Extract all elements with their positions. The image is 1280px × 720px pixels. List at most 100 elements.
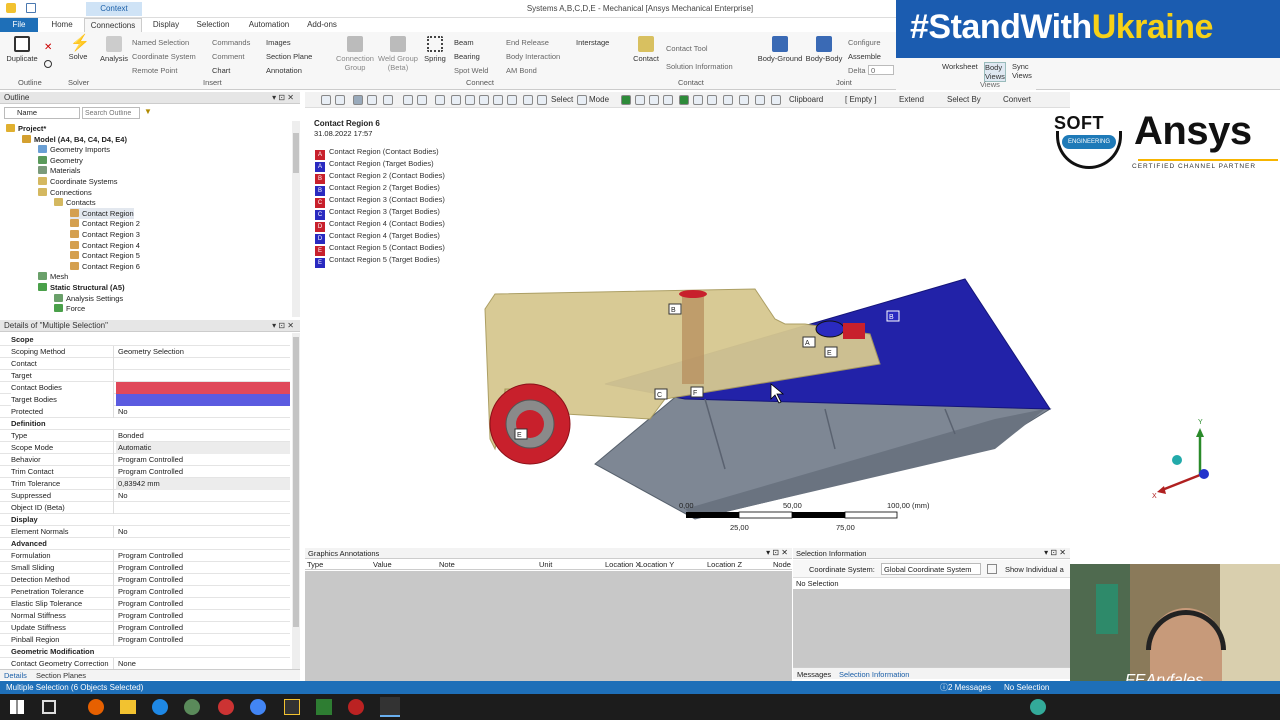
tree-item[interactable]: Static Structural (A5): [38, 282, 125, 293]
solution-information-button[interactable]: Solution Information: [666, 62, 733, 71]
details-value[interactable]: Program Controlled: [116, 550, 290, 562]
details-value[interactable]: Program Controlled: [116, 574, 290, 586]
zoom-in-icon[interactable]: [321, 95, 331, 105]
details-value[interactable]: No: [116, 490, 290, 502]
details-row[interactable]: Scoping Method Geometry Selection: [0, 346, 290, 358]
annotation-column-header[interactable]: Note: [439, 560, 455, 569]
duplicate-button[interactable]: Duplicate: [4, 36, 40, 63]
details-value[interactable]: Program Controlled: [116, 634, 290, 646]
annotation-column-header[interactable]: Location Z: [707, 560, 742, 569]
tree-item[interactable]: Force: [54, 303, 85, 314]
rotate-icon[interactable]: [435, 95, 445, 105]
outline-scrollbar[interactable]: [292, 121, 300, 317]
app-icon-1[interactable]: [184, 699, 200, 715]
body-interaction-button[interactable]: Body Interaction: [506, 52, 560, 61]
tab-automation[interactable]: Automation: [240, 18, 298, 32]
select-node-icon[interactable]: [679, 95, 689, 105]
details-value[interactable]: [116, 358, 290, 370]
next-view-icon[interactable]: [537, 95, 547, 105]
edge-icon[interactable]: [417, 95, 427, 105]
body-views-button[interactable]: Body Views: [984, 62, 1006, 82]
details-section[interactable]: Scope: [0, 334, 290, 346]
chart-button[interactable]: Chart: [212, 66, 230, 75]
details-value[interactable]: [116, 370, 290, 382]
coordinate-system-dropdown[interactable]: Global Coordinate System: [881, 563, 981, 575]
details-row[interactable]: Trim Contact Program Controlled: [0, 466, 290, 478]
mechanical-icon[interactable]: [380, 697, 400, 717]
details-section[interactable]: Advanced: [0, 538, 290, 550]
details-value[interactable]: Program Controlled: [116, 586, 290, 598]
connection-group-button[interactable]: Connection Group: [334, 36, 376, 72]
select-vertex-icon[interactable]: [621, 95, 631, 105]
images-button[interactable]: Images: [266, 38, 291, 47]
zoom-icon[interactable]: [465, 95, 475, 105]
details-row[interactable]: Trim Tolerance 0,83942 mm: [0, 478, 290, 490]
tree-item[interactable]: Connections: [38, 187, 92, 198]
select-face-icon[interactable]: [649, 95, 659, 105]
mode-dropdown[interactable]: Mode: [589, 95, 609, 104]
close-icon[interactable]: ✕: [44, 42, 52, 53]
details-row[interactable]: Suppressed No: [0, 490, 290, 502]
tree-item[interactable]: Model (A4, B4, C4, D4, E4): [22, 134, 127, 145]
am-bond-button[interactable]: AM Bond: [506, 66, 537, 75]
details-row[interactable]: Object ID (Beta): [0, 502, 290, 514]
search-icon[interactable]: [44, 60, 52, 68]
details-row[interactable]: Contact: [0, 358, 290, 370]
spring-button[interactable]: Spring: [420, 36, 450, 63]
tree-item[interactable]: Contact Region 3: [70, 229, 140, 240]
solve-button[interactable]: ⚡ Solve: [64, 36, 92, 62]
workbench-icon[interactable]: [284, 699, 300, 715]
excel-icon[interactable]: [316, 699, 332, 715]
filter-icon[interactable]: ▼: [144, 107, 152, 116]
contact-tool-button[interactable]: Contact Tool: [666, 44, 708, 53]
details-row[interactable]: Scope Mode Automatic: [0, 442, 290, 454]
zoom-out-icon[interactable]: [335, 95, 345, 105]
annotations-pin-icon[interactable]: ▾ ⊡ ✕: [766, 548, 788, 557]
annotation-button[interactable]: Annotation: [266, 66, 302, 75]
app-icon-2[interactable]: [218, 699, 234, 715]
tab-add-ons[interactable]: Add-ons: [302, 18, 342, 32]
select-body-icon[interactable]: [663, 95, 673, 105]
coordinate-system-button[interactable]: Coordinate System: [132, 52, 196, 61]
beam-button[interactable]: Beam: [454, 38, 474, 47]
named-selection-button[interactable]: Named Selection: [132, 38, 189, 47]
firefox-icon[interactable]: [88, 699, 104, 715]
tree-item[interactable]: Mesh: [38, 271, 68, 282]
show-individual-button[interactable]: Show Individual a: [1005, 565, 1064, 574]
annotation-column-header[interactable]: Location Y: [639, 560, 674, 569]
details-row[interactable]: Penetration Tolerance Program Controlled: [0, 586, 290, 598]
tab-selection[interactable]: Selection: [190, 18, 236, 32]
details-value[interactable]: Program Controlled: [116, 454, 290, 466]
details-row[interactable]: Element Normals No: [0, 526, 290, 538]
select-edge-icon[interactable]: [635, 95, 645, 105]
tree-item[interactable]: Contact Region: [70, 207, 134, 219]
tab-selection-information[interactable]: Selection Information: [839, 670, 909, 679]
wireframe-icon[interactable]: [367, 95, 377, 105]
annotation-column-header[interactable]: Location X: [605, 560, 640, 569]
details-value[interactable]: Geometry Selection: [116, 346, 290, 358]
task-view-icon[interactable]: [42, 700, 56, 714]
tree-item[interactable]: Analysis Settings: [54, 293, 123, 304]
pin-icon[interactable]: ▾ ⊡ ✕: [272, 92, 294, 104]
pick-icon[interactable]: [771, 95, 781, 105]
selection-info-pin-icon[interactable]: ▾ ⊡ ✕: [1044, 548, 1066, 557]
tab-display[interactable]: Display: [146, 18, 186, 32]
tab-file[interactable]: File: [0, 18, 38, 32]
tree-item[interactable]: Contact Region 6: [70, 261, 140, 272]
section-plane-button[interactable]: Section Plane: [266, 52, 312, 61]
search-outline-input[interactable]: [82, 107, 140, 119]
comment-button[interactable]: Comment: [212, 52, 245, 61]
details-scrollbar[interactable]: [292, 333, 300, 669]
details-row[interactable]: Type Bonded: [0, 430, 290, 442]
analysis-button[interactable]: Analysis: [98, 36, 130, 63]
tab-section-planes[interactable]: Section Planes: [36, 671, 86, 680]
details-row[interactable]: Behavior Program Controlled: [0, 454, 290, 466]
previous-view-icon[interactable]: [523, 95, 533, 105]
details-row[interactable]: Protected No: [0, 406, 290, 418]
worksheet-button[interactable]: Worksheet: [942, 62, 978, 71]
zoom-fit-icon[interactable]: [493, 95, 503, 105]
save-icon[interactable]: [26, 3, 36, 13]
tree-item[interactable]: Contact Region 2: [70, 218, 140, 229]
annotation-column-header[interactable]: Type: [307, 560, 323, 569]
tree-item[interactable]: Contact Region 5: [70, 250, 140, 261]
